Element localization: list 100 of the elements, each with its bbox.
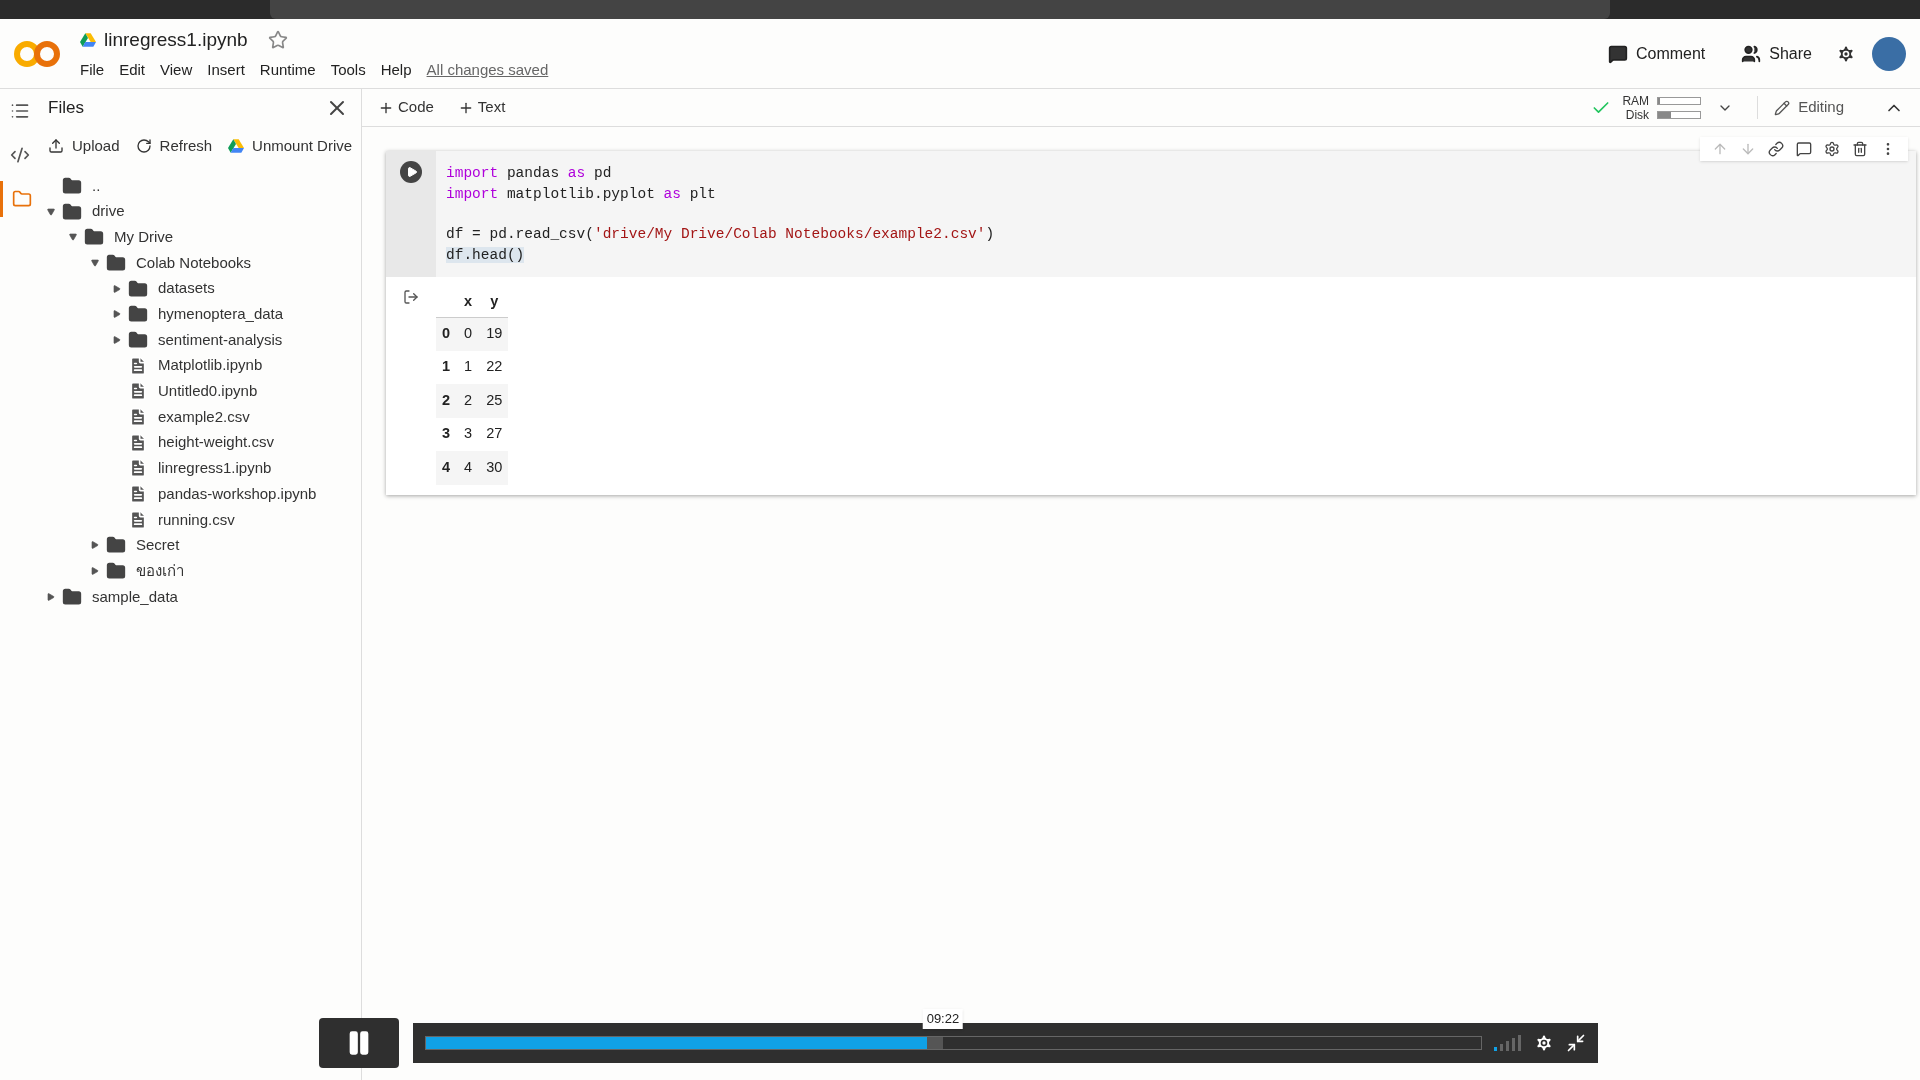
exit-fullscreen-icon[interactable] — [1566, 1033, 1586, 1053]
menu-item[interactable]: View — [160, 58, 193, 81]
table-cell: 3 — [456, 417, 481, 451]
code-line: import pandas as pd — [446, 164, 613, 183]
settings-icon[interactable] — [1534, 1033, 1554, 1053]
editing-button[interactable]: Editing — [1757, 96, 1860, 119]
drive-icon — [228, 138, 245, 154]
output-icon[interactable] — [403, 289, 419, 305]
folder-icon — [128, 329, 148, 350]
menu-item[interactable]: Insert — [207, 58, 245, 81]
pencil-icon — [1774, 99, 1791, 116]
comment-icon[interactable] — [1796, 141, 1812, 157]
table-cell: 30 — [480, 451, 509, 485]
tree-item-label[interactable]: sample_data — [92, 585, 178, 609]
pause-button[interactable] — [319, 1018, 399, 1068]
tree-item-label[interactable]: Matplotlib.ipynb — [158, 354, 263, 377]
panel-title: Files — [48, 97, 84, 120]
tree-item-label[interactable]: hymenoptera_data — [158, 303, 284, 326]
column-header: x — [456, 287, 481, 317]
folder-icon — [106, 535, 126, 556]
unmount-button[interactable]: Unmount Drive — [228, 134, 353, 158]
code-icon[interactable] — [10, 145, 30, 165]
folder-up-icon — [62, 175, 82, 196]
star-icon[interactable] — [267, 30, 288, 51]
delete-icon[interactable] — [1852, 141, 1868, 157]
folder-icon — [106, 252, 126, 273]
table-cell: 19 — [480, 317, 509, 351]
avatar[interactable] — [1872, 36, 1906, 71]
column-header: y — [480, 287, 509, 317]
table-cell: 25 — [480, 384, 509, 418]
table-of-contents-icon[interactable] — [10, 101, 30, 121]
expanded-caret-icon[interactable] — [47, 207, 55, 216]
drive-icon — [80, 32, 96, 49]
collapsed-caret-icon[interactable] — [91, 567, 99, 576]
menu-item[interactable]: Edit — [119, 58, 146, 81]
tree-item-label[interactable]: running.csv — [158, 508, 235, 532]
tree-item-label[interactable]: .. — [92, 174, 101, 198]
collapsed-caret-icon[interactable] — [47, 592, 55, 601]
collapsed-caret-icon[interactable] — [113, 284, 121, 293]
comment-icon — [1607, 43, 1628, 64]
row-index: 3 — [436, 417, 457, 451]
notebook-title[interactable]: linregress1.ipynb — [104, 26, 248, 55]
table-cell: 27 — [480, 417, 509, 451]
collapsed-caret-icon[interactable] — [91, 541, 99, 550]
menu-item[interactable]: Runtime — [259, 58, 316, 81]
row-index: 0 — [436, 317, 457, 351]
tree-item-label[interactable]: example2.csv — [158, 405, 250, 429]
menu-item[interactable]: Help — [380, 58, 412, 81]
tree-item-label[interactable]: My Drive — [114, 225, 174, 249]
tree-item-label[interactable]: ของเก่า — [136, 559, 184, 583]
folder-icon — [128, 304, 148, 325]
insert-button[interactable]: Code — [378, 96, 434, 119]
folder-icon — [62, 586, 82, 607]
tree-item-label[interactable]: sentiment-analysis — [158, 328, 283, 352]
people-icon — [1741, 43, 1762, 64]
meter-label: Disk — [1624, 107, 1650, 122]
code-line: df = pd.read_csv('drive/My Drive/Colab Notebooks/example2.csv') — [446, 225, 995, 244]
expanded-caret-icon[interactable] — [69, 233, 77, 242]
tree-item-label[interactable]: Colab Notebooks — [136, 251, 252, 275]
tree-item-label[interactable]: drive — [92, 200, 125, 223]
refresh-button[interactable]: Refresh — [135, 134, 213, 158]
meter-label: RAM — [1621, 93, 1650, 108]
row-index: 4 — [436, 451, 457, 485]
link-icon[interactable] — [1768, 141, 1784, 157]
play-icon — [405, 166, 418, 178]
settings-icon[interactable] — [1824, 141, 1840, 157]
table-cell: 22 — [480, 350, 509, 384]
upload-button[interactable]: Upload — [48, 134, 120, 158]
menu-item[interactable]: File — [80, 58, 105, 81]
volume-icon[interactable] — [1494, 1035, 1522, 1051]
table-cell: 0 — [456, 317, 481, 351]
tree-item-label[interactable]: datasets — [158, 277, 215, 300]
tree-item-label[interactable]: Untitled0.ipynb — [158, 380, 258, 403]
share-button[interactable]: Share — [1729, 37, 1824, 70]
tree-item-label[interactable]: linregress1.ipynb — [158, 457, 272, 480]
tree-item-label[interactable]: pandas-workshop.ipynb — [158, 482, 317, 506]
folder-icon — [106, 561, 126, 582]
table-cell: 2 — [456, 384, 481, 418]
row-index: 1 — [436, 350, 457, 384]
folder-icon — [62, 201, 82, 222]
folder-icon — [11, 189, 32, 209]
refresh-icon — [135, 138, 152, 154]
folder-icon — [128, 278, 148, 299]
run-button[interactable] — [400, 161, 422, 183]
expanded-caret-icon[interactable] — [91, 258, 99, 267]
table-cell: 4 — [456, 451, 481, 485]
time-tooltip: 09:22 — [922, 1009, 964, 1029]
menu-item[interactable]: Tools — [330, 58, 366, 81]
tree-item-label[interactable]: Secret — [136, 534, 180, 557]
table-cell: 1 — [456, 350, 481, 384]
save-status-link[interactable]: All changes saved — [426, 58, 549, 81]
folder-icon — [84, 227, 104, 248]
colab-logo — [14, 38, 60, 69]
upload-icon — [48, 138, 64, 154]
insert-button[interactable]: Text — [457, 96, 506, 119]
collapsed-caret-icon[interactable] — [113, 335, 121, 344]
tree-item-label[interactable]: height-weight.csv — [158, 431, 274, 454]
collapsed-caret-icon[interactable] — [113, 310, 121, 319]
row-index: 2 — [436, 384, 457, 418]
comment-button[interactable]: Comment — [1595, 37, 1718, 70]
